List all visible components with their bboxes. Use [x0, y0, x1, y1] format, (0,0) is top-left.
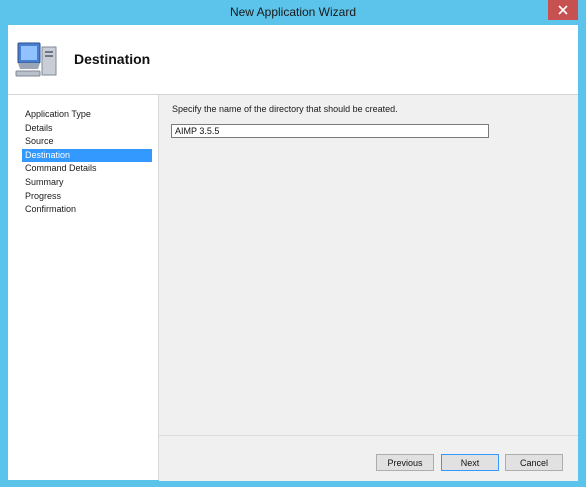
close-button[interactable] — [548, 0, 578, 20]
previous-button[interactable]: Previous — [376, 454, 434, 471]
step-command-details: Command Details — [25, 163, 97, 174]
next-button[interactable]: Next — [441, 454, 499, 471]
instruction-text: Specify the name of the directory that s… — [172, 104, 398, 114]
step-progress: Progress — [25, 190, 62, 201]
page-title: Destination — [74, 51, 151, 67]
step-confirmation: Confirmation — [25, 204, 77, 215]
wizard-steps-list: Application Type Details Source Destinat… — [22, 108, 152, 217]
close-icon — [558, 5, 568, 15]
step-details: Details — [25, 122, 53, 133]
wizard-steps-nav: Application Type Details Source Destinat… — [8, 95, 159, 480]
wizard-header: Destination — [8, 25, 578, 95]
directory-name-input[interactable] — [171, 124, 489, 138]
computer-icon — [15, 42, 57, 77]
step-application-type: Application Type — [25, 109, 91, 119]
title-bar[interactable]: New Application Wizard — [0, 0, 586, 25]
wizard-footer: Previous Next Cancel — [159, 435, 578, 481]
step-destination: Destination — [22, 148, 152, 163]
window-title: New Application Wizard — [229, 5, 357, 19]
cancel-button[interactable]: Cancel — [505, 454, 563, 471]
step-source: Source — [25, 136, 54, 147]
step-summary: Summary — [25, 176, 64, 187]
wizard-window: New Application Wizard Destination Appli… — [0, 0, 586, 487]
wizard-content: Specify the name of the directory that s… — [159, 95, 578, 435]
wizard-client: Destination Application Type Details Sou… — [8, 25, 578, 481]
